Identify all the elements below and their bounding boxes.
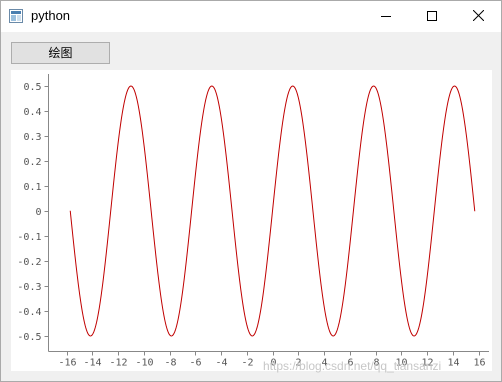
maximize-button[interactable]: [409, 1, 455, 32]
x-tick-label: -2: [241, 358, 253, 369]
y-tick-label: -0.5: [17, 332, 41, 343]
y-tick-label: 0: [35, 207, 41, 218]
close-icon: [472, 8, 484, 26]
python-window-icon: [9, 9, 23, 23]
x-tick-label: -10: [135, 358, 153, 369]
y-tick-label: 0.5: [23, 82, 41, 93]
y-tick-label: 0.1: [23, 182, 41, 193]
x-tick-label: 16: [473, 358, 485, 369]
y-tick-label: -0.2: [17, 257, 41, 268]
maximize-icon: [427, 8, 437, 26]
x-tick-label: 14: [447, 358, 459, 369]
app-window: python 绘图 0.5 0.4 0.3 0.2 0.1 0 -0.1 -0.2 -0.3 -0…: [0, 0, 502, 382]
x-tick-label: -12: [109, 358, 127, 369]
y-tick-label: 0.3: [23, 132, 41, 143]
y-tick-label: 0.4: [23, 107, 41, 118]
x-tick-label: -6: [189, 358, 201, 369]
minimize-button[interactable]: [363, 1, 409, 32]
window-title: python: [31, 8, 71, 23]
close-button[interactable]: [455, 1, 501, 32]
y-tick-label: -0.4: [17, 307, 41, 318]
sine-chart: 0.50.40.30.20.10-0.1-0.2-0.3-0.4-0.5-16-…: [17, 74, 489, 369]
sine-series-line: [69, 85, 476, 337]
x-tick-label: -4: [215, 358, 227, 369]
plot-canvas: 0.5 0.4 0.3 0.2 0.1 0 -0.1 -0.2 -0.3 -0.4 -0.5 -16-…: [11, 70, 492, 371]
y-tick-label: -0.1: [17, 232, 41, 243]
draw-button[interactable]: 绘图: [11, 42, 110, 64]
y-tick-label: 0.2: [23, 157, 41, 168]
x-tick-label: -16: [58, 358, 76, 369]
watermark-text: https://blog.csdn.net/qq_tiansanzi: [263, 359, 442, 373]
x-tick-label: -8: [164, 358, 176, 369]
x-tick-label: -14: [83, 358, 101, 369]
y-tick-label: -0.3: [17, 282, 41, 293]
minimize-icon: [381, 8, 391, 26]
title-bar[interactable]: python: [1, 1, 501, 32]
